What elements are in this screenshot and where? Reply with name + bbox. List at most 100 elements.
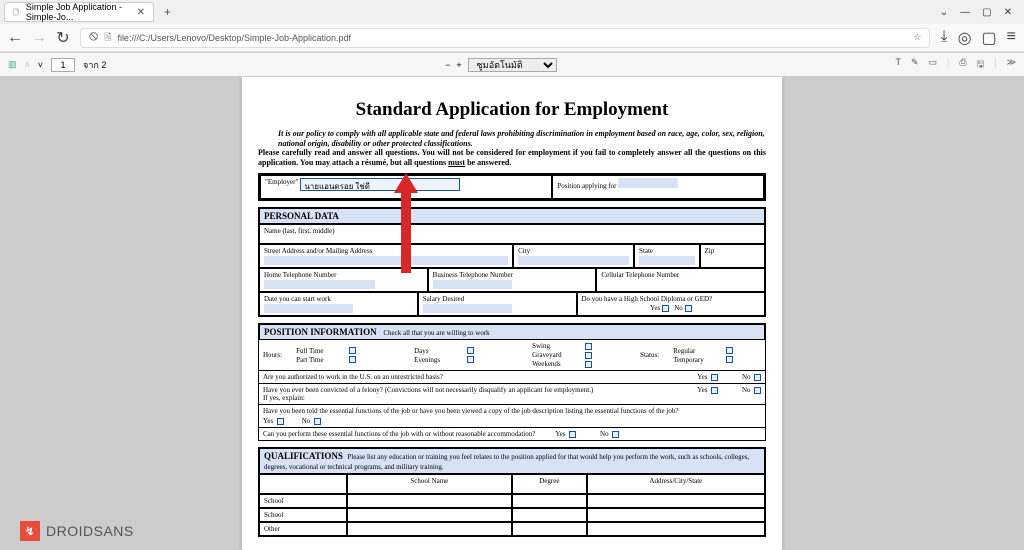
- felony-yes-checkbox[interactable]: [711, 387, 718, 394]
- cell-phone-field[interactable]: Cellular Telephone Number: [596, 268, 765, 292]
- file-icon: 🗎: [104, 30, 111, 46]
- temporary-checkbox[interactable]: [726, 356, 733, 363]
- employer-cell: "Employer" นายแอนดรอย ใช่ดี: [260, 175, 552, 199]
- highlight-tool-icon[interactable]: ▭: [928, 57, 937, 73]
- other-address[interactable]: [587, 522, 765, 536]
- other-degree[interactable]: [512, 522, 587, 536]
- weekends-checkbox[interactable]: [585, 361, 592, 368]
- page-up-icon[interactable]: ˄: [25, 60, 30, 70]
- school1-name[interactable]: [347, 494, 512, 508]
- tools-icon[interactable]: ≫: [1007, 57, 1016, 73]
- personal-data-section: PERSONAL DATA Name (last, first, middle)…: [258, 207, 766, 317]
- swing-checkbox[interactable]: [585, 343, 592, 350]
- graveyard-checkbox[interactable]: [585, 352, 592, 359]
- diploma-field: Do you have a High School Diploma or GED…: [577, 292, 766, 316]
- save-icon[interactable]: 🖫: [977, 57, 985, 73]
- position-cell: Position applying for: [552, 175, 764, 199]
- page-count: จาก 2: [83, 58, 106, 72]
- print-icon[interactable]: ⎙: [959, 57, 966, 73]
- shield-icon: 🛇: [89, 30, 98, 46]
- authorized-question: Are you authorized to work in the U.S. o…: [259, 370, 765, 383]
- download-icon[interactable]: ⤓: [940, 28, 947, 48]
- auth-yes-checkbox[interactable]: [711, 374, 718, 381]
- qualifications-section: QUALIFICATIONS Please list any education…: [258, 447, 766, 537]
- felony-no-checkbox[interactable]: [754, 387, 761, 394]
- pdf-tab-icon: [13, 7, 20, 17]
- close-tab-icon[interactable]: ✕: [137, 7, 145, 18]
- salary-field[interactable]: Salary Desired: [418, 292, 577, 316]
- school1-degree[interactable]: [512, 494, 587, 508]
- accom-yes-checkbox[interactable]: [569, 431, 576, 438]
- func-no-checkbox[interactable]: [314, 418, 321, 425]
- diploma-yes-checkbox[interactable]: [662, 305, 669, 312]
- tab-title: Simple Job Application - Simple-Jo...: [26, 2, 127, 22]
- accom-no-checkbox[interactable]: [612, 431, 619, 438]
- new-tab-button[interactable]: +: [158, 5, 177, 19]
- parttime-checkbox[interactable]: [349, 356, 356, 363]
- school1-address[interactable]: [587, 494, 765, 508]
- other-name[interactable]: [347, 522, 512, 536]
- zoom-select[interactable]: ซูมอัตโนมัติ: [468, 58, 557, 72]
- draw-tool-icon[interactable]: ✎: [911, 57, 919, 73]
- employer-input[interactable]: นายแอนดรอย ใช่ดี: [300, 178, 460, 191]
- menu-icon[interactable]: ≡: [1007, 28, 1016, 48]
- divider: |: [947, 57, 949, 73]
- regular-checkbox[interactable]: [726, 347, 733, 354]
- browser-tab[interactable]: Simple Job Application - Simple-Jo... ✕: [4, 2, 154, 22]
- zip-field[interactable]: Zip: [700, 244, 765, 268]
- zoom-controls: − + ซูมอัตโนมัติ: [445, 58, 557, 72]
- watermark-badge-icon: ↯: [20, 521, 40, 541]
- col-address: Address/City/State: [587, 474, 765, 494]
- qualifications-header: QUALIFICATIONS Please list any education…: [259, 448, 765, 474]
- minimize-icon[interactable]: —: [960, 7, 970, 18]
- back-button[interactable]: ←: [8, 31, 22, 45]
- state-field[interactable]: State: [634, 244, 699, 268]
- pdf-toolbar-right: T ✎ ▭ | ⎙ 🖫 | ≫: [895, 57, 1016, 73]
- pdf-viewer: Standard Application for Employment It i…: [0, 77, 1024, 550]
- page-down-icon[interactable]: ˅: [38, 60, 43, 70]
- forward-button[interactable]: →: [32, 31, 46, 45]
- biz-phone-field[interactable]: Business Telephone Number: [428, 268, 597, 292]
- evenings-checkbox[interactable]: [467, 356, 474, 363]
- diploma-no-checkbox[interactable]: [685, 305, 692, 312]
- zoom-in-button[interactable]: +: [456, 60, 461, 70]
- account-icon[interactable]: ◎: [958, 28, 972, 48]
- city-field[interactable]: City: [513, 244, 634, 268]
- school2-degree[interactable]: [512, 508, 587, 522]
- close-window-icon[interactable]: ✕: [1004, 7, 1012, 18]
- page-number-input[interactable]: [51, 58, 75, 72]
- col-degree: Degree: [512, 474, 587, 494]
- felony-question: Have you ever been convicted of a felony…: [259, 383, 765, 404]
- nav-bar: ← → ↻ 🛇 🗎 file:///C:/Users/Lenovo/Deskto…: [0, 24, 1024, 52]
- zoom-out-button[interactable]: −: [445, 60, 450, 70]
- bookmark-icon[interactable]: ☆: [913, 32, 921, 43]
- home-phone-field[interactable]: Home Telephone Number: [259, 268, 428, 292]
- personal-data-header: PERSONAL DATA: [259, 208, 765, 224]
- start-date-field[interactable]: Date you can start work: [259, 292, 418, 316]
- street-field[interactable]: Street Address and/or Mailing Address: [259, 244, 513, 268]
- row-other: Other: [259, 522, 347, 536]
- row-school-2: School: [259, 508, 347, 522]
- maximize-icon[interactable]: ▢: [982, 7, 991, 18]
- url-bar[interactable]: 🛇 🗎 file:///C:/Users/Lenovo/Desktop/Simp…: [80, 28, 930, 48]
- days-checkbox[interactable]: [467, 347, 474, 354]
- doc-title: Standard Application for Employment: [258, 99, 766, 121]
- extension-icon[interactable]: ▢: [982, 28, 997, 48]
- tab-bar: Simple Job Application - Simple-Jo... ✕ …: [0, 0, 1024, 24]
- name-field[interactable]: Name (last, first, middle): [259, 224, 765, 244]
- school2-address[interactable]: [587, 508, 765, 522]
- auth-no-checkbox[interactable]: [754, 374, 761, 381]
- sidebar-toggle-icon[interactable]: ▥: [8, 59, 17, 70]
- text-tool-icon[interactable]: T: [895, 57, 901, 73]
- func-yes-checkbox[interactable]: [277, 418, 284, 425]
- accommodation-question: Can you perform these essential function…: [259, 427, 765, 440]
- position-input[interactable]: [618, 178, 678, 188]
- school2-name[interactable]: [347, 508, 512, 522]
- chevron-down-icon[interactable]: ⌄: [940, 7, 948, 18]
- pdf-toolbar: ▥ ˄ ˅ จาก 2 − + ซูมอัตโนมัติ T ✎ ▭ | ⎙ 🖫…: [0, 53, 1024, 77]
- reload-button[interactable]: ↻: [56, 31, 70, 45]
- browser-chrome: Simple Job Application - Simple-Jo... ✕ …: [0, 0, 1024, 53]
- divider: |: [994, 57, 996, 73]
- url-text: file:///C:/Users/Lenovo/Desktop/Simple-J…: [117, 33, 351, 43]
- fulltime-checkbox[interactable]: [349, 347, 356, 354]
